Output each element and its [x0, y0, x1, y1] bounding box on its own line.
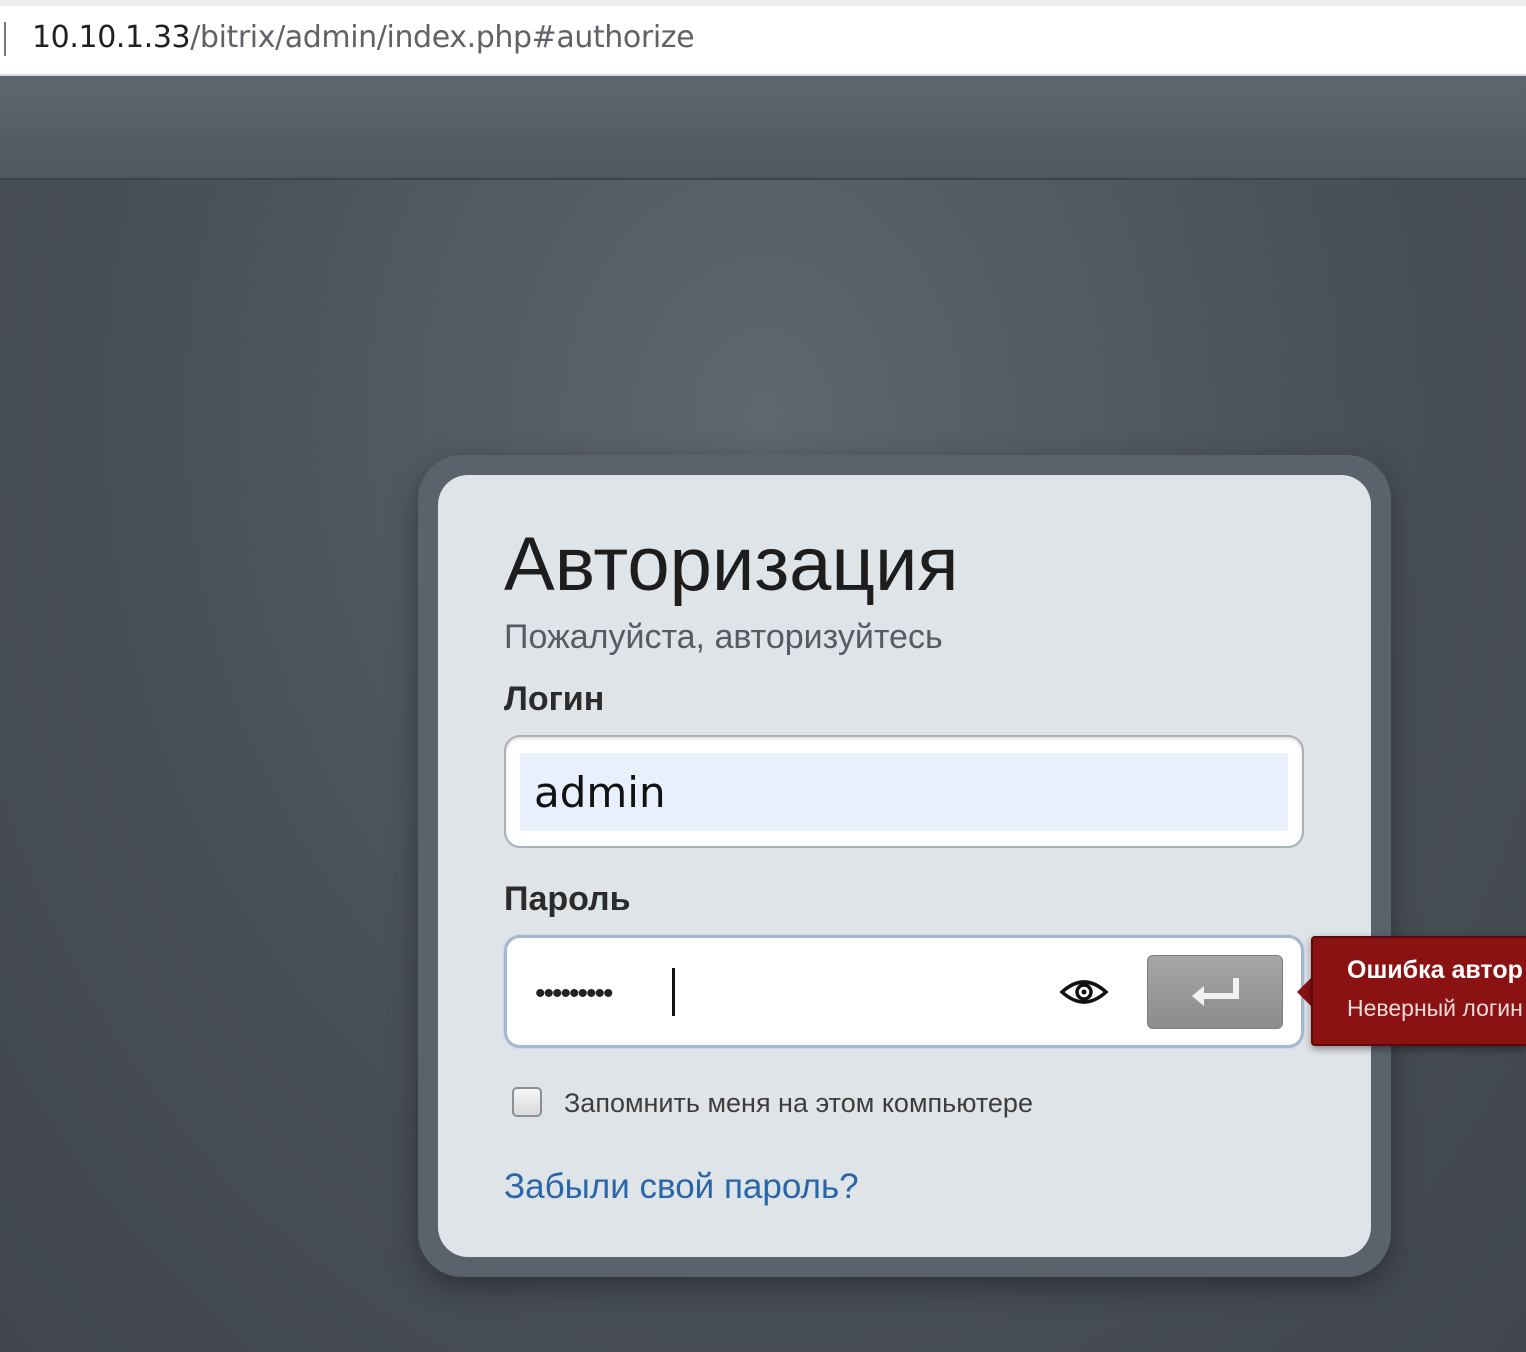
login-value: admin — [534, 768, 666, 817]
forgot-password-link[interactable]: Забыли свой пароль? — [504, 1165, 859, 1209]
enter-arrow-icon — [1192, 978, 1239, 1006]
url-text[interactable]: 10.10.1.33/bitrix/admin/index.php#author… — [32, 18, 695, 58]
password-input[interactable]: ••••••••• — [504, 935, 1304, 1048]
auth-subtitle: Пожалуйста, авторизуйтесь — [504, 618, 943, 656]
eye-icon[interactable] — [1059, 972, 1109, 1012]
error-title: Ошибка автор — [1347, 956, 1523, 984]
address-bar-caret — [4, 22, 6, 56]
text-caret — [672, 968, 675, 1016]
password-label: Пароль — [504, 880, 631, 918]
login-label: Логин — [504, 680, 605, 718]
password-value: ••••••••• — [535, 977, 614, 1010]
admin-top-panel — [0, 76, 1526, 180]
remember-me-label[interactable]: Запомнить меня на этом компьютере — [564, 1085, 1033, 1121]
auth-title: Авторизация — [504, 522, 959, 607]
url-path: /bitrix/admin/index.php#authorize — [190, 20, 695, 55]
url-host: 10.10.1.33 — [32, 20, 191, 55]
auth-dialog: Авторизация Пожалуйста, авторизуйтесь Ло… — [438, 475, 1371, 1257]
login-input[interactable]: admin — [504, 735, 1304, 848]
remember-me-checkbox[interactable] — [512, 1087, 542, 1117]
error-message: Неверный логин — [1347, 995, 1523, 1021]
browser-address-bar[interactable]: 10.10.1.33/bitrix/admin/index.php#author… — [0, 0, 1526, 76]
login-submit-button[interactable] — [1147, 955, 1283, 1029]
error-popup: Ошибка автор Неверный логин — [1311, 936, 1526, 1046]
